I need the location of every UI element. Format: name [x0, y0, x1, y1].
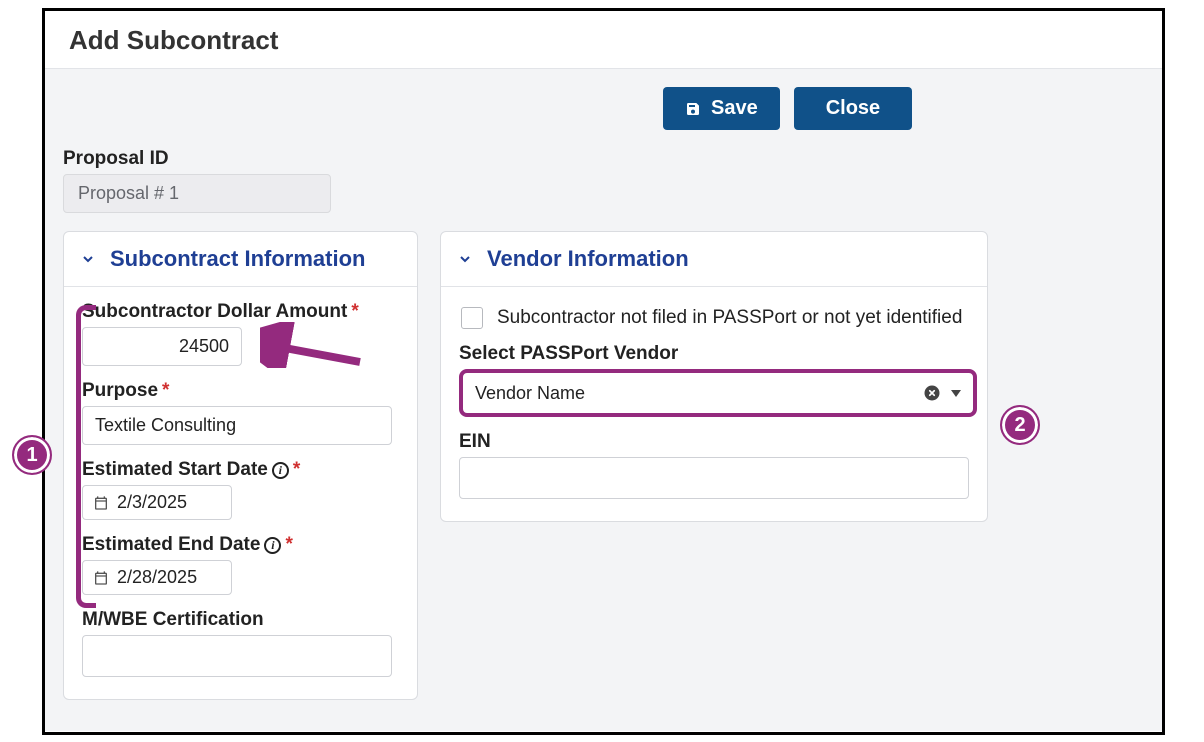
purpose-label: Purpose * [82, 380, 399, 402]
ein-input[interactable] [459, 457, 969, 499]
save-button[interactable]: Save [663, 87, 780, 130]
est-end-group: Estimated End Date i * 2/28/2025 [82, 534, 399, 595]
subcontract-info-header[interactable]: Subcontract Information [64, 232, 417, 287]
est-start-group: Estimated Start Date i * 2/3/2025 [82, 459, 399, 520]
chevron-down-icon [457, 251, 473, 267]
select-vendor-label: Select PASSPort Vendor [459, 343, 969, 365]
est-end-label-text: Estimated End Date [82, 534, 260, 556]
button-row: Save Close [663, 87, 1144, 130]
not-filed-label: Subcontractor not filed in PASSPort or n… [497, 307, 962, 329]
dollar-amount-group: Subcontractor Dollar Amount * [82, 301, 399, 366]
dialog-body: Save Close Proposal ID Proposal # 1 Subc… [45, 68, 1162, 731]
vendor-info-card: Vendor Information Subcontractor not fil… [440, 231, 988, 522]
subcontract-info-body: Subcontractor Dollar Amount * Purpose * [64, 287, 417, 699]
est-start-date-input[interactable]: 2/3/2025 [82, 485, 232, 520]
dollar-amount-label-text: Subcontractor Dollar Amount [82, 301, 347, 323]
mwbe-input[interactable] [82, 635, 392, 677]
save-icon [685, 101, 701, 117]
clear-icon[interactable] [923, 384, 941, 402]
vendor-select-value: Vendor Name [475, 383, 585, 404]
caret-down-icon[interactable] [951, 390, 961, 397]
close-button[interactable]: Close [794, 87, 912, 130]
subcontract-info-title: Subcontract Information [110, 246, 365, 272]
mwbe-group: M/WBE Certification [82, 609, 399, 677]
not-filed-checkbox[interactable] [461, 307, 483, 329]
proposal-id-group: Proposal ID Proposal # 1 [63, 148, 1144, 213]
info-icon[interactable]: i [264, 537, 281, 554]
required-asterisk: * [162, 380, 169, 402]
passport-vendor-select[interactable]: Vendor Name [459, 369, 977, 417]
est-start-label: Estimated Start Date i * [82, 459, 399, 481]
dollar-amount-label: Subcontractor Dollar Amount * [82, 301, 399, 323]
vendor-select-icons [923, 384, 961, 402]
mwbe-label: M/WBE Certification [82, 609, 399, 631]
required-asterisk: * [351, 301, 358, 323]
info-icon[interactable]: i [272, 462, 289, 479]
purpose-label-text: Purpose [82, 380, 158, 402]
select-vendor-group: Select PASSPort Vendor Vendor Name [459, 343, 969, 417]
close-button-label: Close [826, 97, 880, 120]
subcontract-info-card: Subcontract Information Subcontractor Do… [63, 231, 418, 700]
chevron-down-icon [80, 251, 96, 267]
est-start-label-text: Estimated Start Date [82, 459, 268, 481]
ein-group: EIN [459, 431, 969, 499]
required-asterisk: * [293, 459, 300, 481]
vendor-info-title: Vendor Information [487, 246, 689, 272]
vendor-info-body: Subcontractor not filed in PASSPort or n… [441, 287, 987, 521]
est-start-date-value: 2/3/2025 [117, 492, 187, 513]
est-end-date-input[interactable]: 2/28/2025 [82, 560, 232, 595]
est-end-date-value: 2/28/2025 [117, 567, 197, 588]
panels-row: Subcontract Information Subcontractor Do… [63, 231, 1144, 700]
purpose-input[interactable] [82, 406, 392, 445]
calendar-icon [93, 495, 109, 511]
calendar-icon [93, 570, 109, 586]
save-button-label: Save [711, 97, 758, 120]
proposal-id-label: Proposal ID [63, 148, 1144, 170]
required-asterisk: * [285, 534, 292, 556]
vendor-info-header[interactable]: Vendor Information [441, 232, 987, 287]
dialog-frame: Add Subcontract Save Close Proposal ID P… [42, 8, 1165, 735]
dollar-amount-input[interactable] [82, 327, 242, 366]
purpose-group: Purpose * [82, 380, 399, 445]
proposal-id-value: Proposal # 1 [63, 174, 331, 213]
not-filed-row: Subcontractor not filed in PASSPort or n… [461, 307, 969, 329]
ein-label: EIN [459, 431, 969, 453]
dialog-title: Add Subcontract [45, 11, 1162, 68]
est-end-label: Estimated End Date i * [82, 534, 399, 556]
